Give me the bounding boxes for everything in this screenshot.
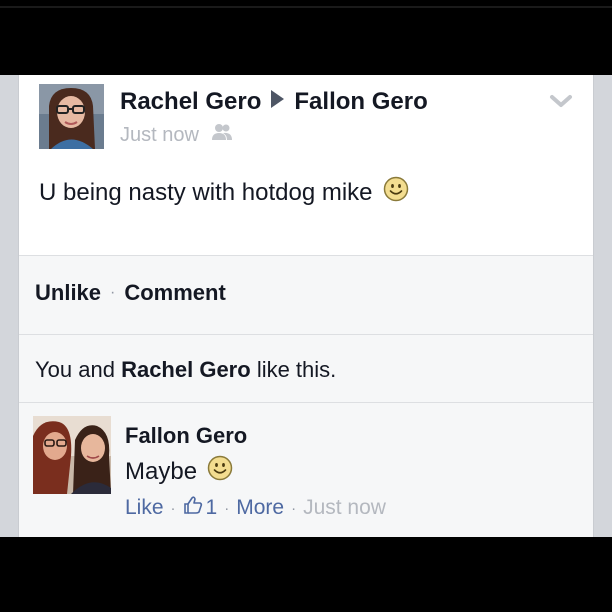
comment-more-button[interactable]: More [236,496,284,520]
comment-button[interactable]: Comment [124,280,225,306]
comment-timestamp[interactable]: Just now [303,496,386,520]
post-timestamp[interactable]: Just now [120,124,199,147]
likes-prefix: You and [35,357,115,382]
separator: · [291,499,297,517]
comment-item: Fallon Gero Maybe Like · 1 · More · Just… [19,403,593,537]
post-meta: Just now [120,123,233,147]
smiley-icon [207,455,233,488]
comment-author-avatar[interactable] [33,416,111,494]
post-message: U being nasty with hotdog mike [39,178,373,206]
post-author-name[interactable]: Rachel Gero [120,88,261,115]
smiley-icon [383,176,409,209]
unlike-button[interactable]: Unlike [35,280,101,306]
liker-name[interactable]: Rachel Gero [121,357,251,382]
likes-summary: You and Rachel Gero like this. [19,335,593,403]
bottom-black-bar [0,537,612,612]
separator: · [224,499,230,517]
separator: · [110,284,116,301]
post-author-avatar[interactable] [39,84,104,149]
arrow-right-icon [271,90,285,108]
story-actions-bar: Unlike · Comment [19,255,593,335]
chevron-down-icon[interactable] [549,93,573,114]
separator: · [170,499,176,517]
comment-author-name[interactable]: Fallon Gero [125,423,247,449]
friends-icon [211,123,233,147]
comment-message: Maybe [125,457,198,485]
comment-actions: Like · 1 · More · Just now [125,495,386,521]
comment-like-count[interactable]: 1 [206,496,218,520]
feed-frame: Rachel Gero Fallon Gero Just now U being … [0,75,612,537]
story-card: Rachel Gero Fallon Gero Just now U being … [18,75,594,537]
thumbs-up-icon[interactable] [183,495,203,521]
top-black-bar [0,0,612,75]
comment-like-button[interactable]: Like [125,496,164,520]
post-body: U being nasty with hotdog mike [39,176,409,209]
story-header-names: Rachel Gero Fallon Gero [120,88,428,116]
post-target-name[interactable]: Fallon Gero [294,88,427,115]
likes-suffix: like this. [256,357,337,382]
comment-body: Maybe [125,455,233,488]
